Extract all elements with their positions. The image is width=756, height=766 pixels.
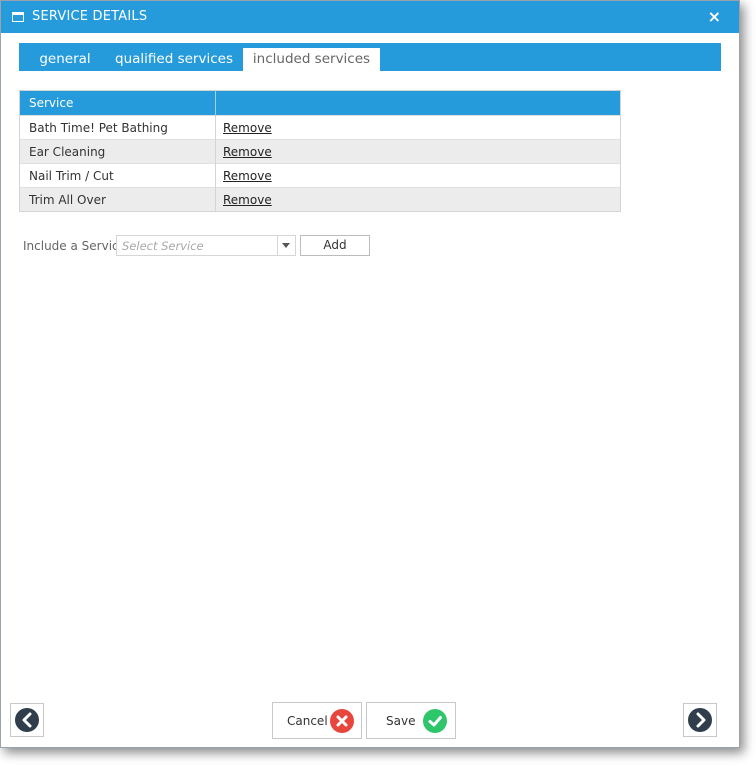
service-name-cell: Bath Time! Pet Bathing — [19, 115, 216, 140]
table-header-row: Service — [19, 90, 621, 116]
previous-button[interactable] — [10, 703, 44, 737]
cancel-button-label: Cancel — [287, 714, 328, 728]
table-row: Ear Cleaning Remove — [19, 139, 621, 164]
included-services-table: Service Bath Time! Pet Bathing Remove Ea… — [19, 90, 621, 212]
table-row: Bath Time! Pet Bathing Remove — [19, 115, 621, 140]
chevron-right-glyph — [696, 712, 706, 728]
service-name-cell: Ear Cleaning — [19, 139, 216, 164]
titlebar: SERVICE DETAILS × — [1, 1, 739, 33]
save-button-label: Save — [386, 714, 416, 728]
tab-qualified-services[interactable]: qualified services — [113, 48, 235, 71]
dialog-title: SERVICE DETAILS — [32, 9, 148, 24]
action-cell: Remove — [215, 139, 621, 164]
service-name-cell: Trim All Over — [19, 187, 216, 212]
column-header-actions — [215, 90, 621, 116]
remove-link[interactable]: Remove — [223, 193, 272, 207]
column-header-service: Service — [19, 90, 216, 116]
service-details-dialog: SERVICE DETAILS × general qualified serv… — [0, 0, 740, 748]
service-select[interactable]: Select Service — [116, 235, 296, 256]
next-button[interactable] — [683, 703, 717, 737]
tab-included-services[interactable]: included services — [243, 48, 380, 71]
action-cell: Remove — [215, 115, 621, 140]
remove-link[interactable]: Remove — [223, 169, 272, 183]
save-button[interactable]: Save — [366, 702, 456, 739]
tab-bar: general qualified services included serv… — [19, 43, 721, 71]
tab-general[interactable]: general — [27, 48, 103, 71]
service-name-cell: Nail Trim / Cut — [19, 163, 216, 188]
dropdown-arrow-icon[interactable] — [277, 236, 295, 255]
remove-link[interactable]: Remove — [223, 121, 272, 135]
table-row: Trim All Over Remove — [19, 187, 621, 212]
add-service-button[interactable]: Add — [300, 235, 370, 256]
remove-link[interactable]: Remove — [223, 145, 272, 159]
cancel-button[interactable]: Cancel — [272, 702, 362, 739]
save-check-icon — [423, 709, 447, 733]
cancel-x-icon — [330, 709, 354, 733]
action-cell: Remove — [215, 163, 621, 188]
table-row: Nail Trim / Cut Remove — [19, 163, 621, 188]
chevron-left-glyph — [22, 712, 32, 728]
window-icon — [12, 12, 24, 22]
select-placeholder: Select Service — [122, 239, 204, 253]
action-cell: Remove — [215, 187, 621, 212]
close-icon[interactable]: × — [708, 7, 721, 26]
include-service-label: Include a Service — [23, 239, 127, 253]
